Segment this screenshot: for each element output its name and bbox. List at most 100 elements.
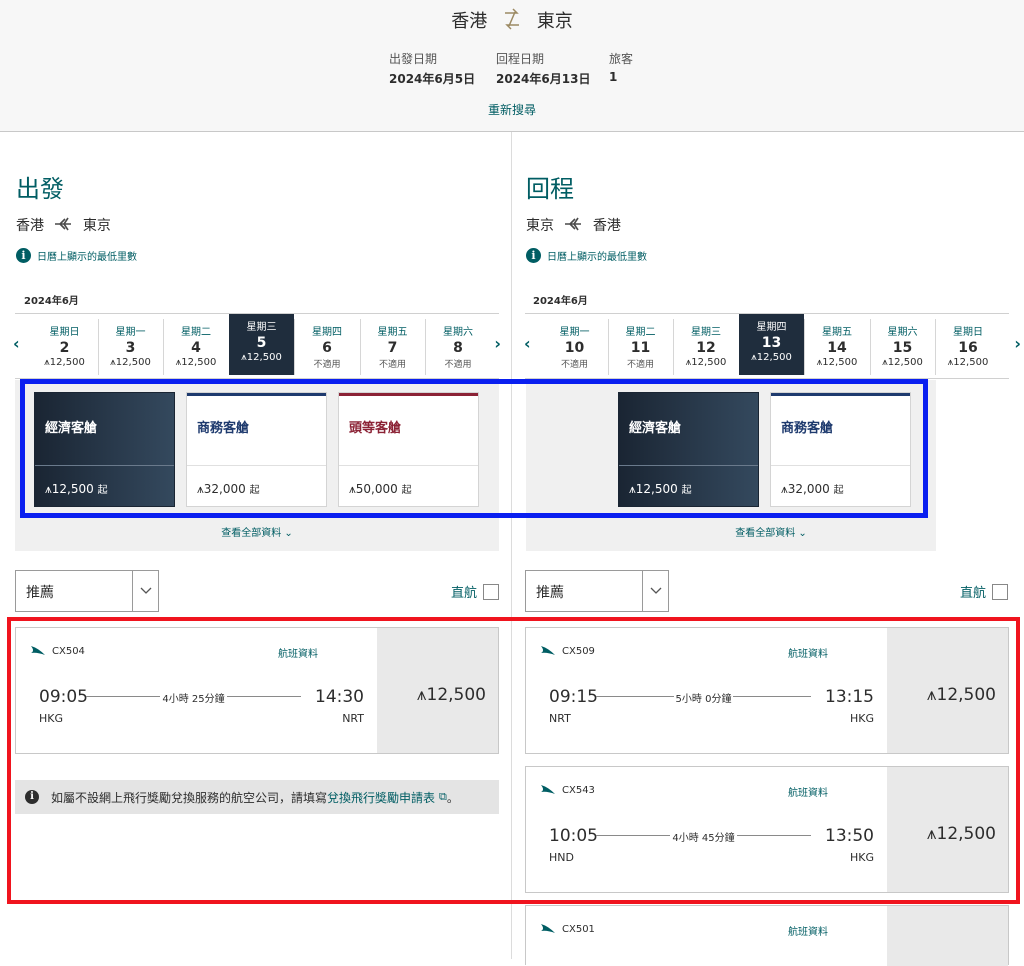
round-trip-plane-icon [503,8,521,35]
search-summary: 香港 東京 出發日期 2024年6月5日 回程日期 2024年6月13日 旅客 … [0,0,1024,132]
calendar-day[interactable]: 星期三 5 ⩚12,500 [228,314,294,375]
flight-info-link[interactable]: 航班資料 [788,784,828,799]
origin-city: 香港 [451,11,488,32]
day-miles: ⩚12,500 [241,352,282,363]
calendar-day[interactable]: 星期二 4 ⩚12,500 [163,319,228,375]
day-number: 5 [256,335,267,351]
nonstop-checkbox[interactable] [992,583,1009,600]
calendar-day[interactable]: 星期一 10 不適用 [542,319,607,375]
airline-logo-icon [540,783,556,798]
view-all-details-link[interactable]: 查看全部資料 ⌄ [15,524,499,539]
day-miles: ⩚12,500 [947,357,989,368]
calendar-day[interactable]: 星期一 3 ⩚12,500 [97,319,163,375]
day-miles: ⩚12,500 [882,357,923,368]
flight-number: CX543 [562,785,595,796]
day-miles: 不適用 [313,360,341,370]
cabin-business[interactable]: 商務客艙 ⩚32,000 起 [770,392,911,507]
cabin-first[interactable]: 頭等客艙 ⩚50,000 起 [338,392,479,507]
research-link[interactable]: 重新搜尋 [0,101,1024,118]
sort-select[interactable]: 推薦 [15,570,159,612]
day-number: 14 [827,340,847,356]
flight-info-link[interactable]: 航班資料 [278,645,318,660]
arrival-airport: NRT [342,712,364,725]
day-number: 16 [958,340,978,356]
calendar-day[interactable]: 星期五 14 ⩚12,500 [804,319,869,375]
flight-card[interactable]: CX509 航班資料 09:15 NRT 5小時 0分鐘 13:15 HKG ⩚… [525,627,1009,754]
chevron-down-icon: ⌄ [284,528,293,539]
day-of-week: 星期四 [756,322,787,333]
calendar-day[interactable]: 星期日 2 ⩚12,500 [32,319,97,375]
calendar-day[interactable]: 星期五 7 不適用 [359,319,425,375]
plane-icon [54,216,72,236]
day-of-week: 星期日 [953,327,983,338]
departure-time: 09:15 [549,687,598,707]
day-number: 12 [696,340,716,356]
flight-price: ⩚12,500 [926,685,996,705]
price-panel[interactable]: ⩚12,500 [377,628,498,753]
departure-time: 09:05 [39,687,88,707]
flight-info-link[interactable]: 航班資料 [788,645,828,660]
arrival-airport: HKG [849,851,874,864]
lowest-miles-info: i 日曆上顯示的最低里數 [16,248,137,263]
day-number: 6 [322,340,332,356]
inbound-title: 回程 [526,175,574,203]
flight-card[interactable]: CX543 航班資料 10:05 HND 4小時 45分鐘 13:50 HKG … [525,766,1009,893]
date-calendar: ‹ 星期一 10 不適用 星期二 11 不適用 星期三 12 ⩚12,500 星期四 13 ⩚12,5… [524,313,1021,379]
outbound-route: 香港 東京 [16,216,111,236]
calendar-next-arrow[interactable]: › [1014,334,1021,353]
calendar-day[interactable]: 星期三 12 ⩚12,500 [673,319,738,375]
flight-card[interactable]: CX504 航班資料 09:05 HKG 4小時 25分鐘 14:30 NRT … [15,627,499,754]
cabin-economy[interactable]: 經濟客艙 ⩚12,500 起 [34,392,175,507]
calendar-prev-arrow[interactable]: ‹ [13,334,20,353]
cabin-business[interactable]: 商務客艙 ⩚32,000 起 [186,392,327,507]
calendar-prev-arrow[interactable]: ‹ [524,334,531,353]
arrival-time: 13:15 [825,687,874,707]
calendar-day[interactable]: 星期四 13 ⩚12,500 [738,314,804,375]
nonstop-filter[interactable]: 直航 [960,582,1009,601]
day-of-week: 星期五 [822,327,852,338]
inbound-route: 東京 香港 [526,217,621,234]
day-of-week: 星期三 [691,327,721,338]
day-of-week: 星期一 [559,327,590,338]
day-of-week: 星期六 [443,327,473,338]
sort-select[interactable]: 推薦 [525,570,669,612]
day-number: 10 [564,340,585,356]
calendar-day[interactable]: 星期日 16 ⩚12,500 [935,319,1000,375]
month-label: 2024年6月 [24,296,79,307]
chevron-down-icon [132,571,158,611]
price-panel[interactable]: ⩚12,500 [887,767,1008,892]
return-date-meta: 回程日期 2024年6月13日 [496,52,591,86]
inbound-column: 回程 東京 香港 i 日曆上顯示的最低里數 2024年6月 ‹ 星期一 10 不適用… [511,132,1021,966]
calendar-day[interactable]: 星期六 8 不適用 [425,319,490,375]
day-number: 13 [761,335,782,351]
flight-number: CX504 [52,646,85,657]
flight-card[interactable]: CX501 航班資料 [525,905,1009,966]
calendar-day[interactable]: 星期二 11 不適用 [607,319,673,375]
price-panel[interactable]: ⩚12,500 [887,628,1008,753]
chevron-down-icon: ⌄ [798,528,807,539]
nonstop-filter[interactable]: 直航 [451,582,500,601]
nonstop-checkbox[interactable] [483,583,500,600]
date-calendar: ‹ 星期日 2 ⩚12,500 星期一 3 ⩚12,500 星期二 4 ⩚12,500 星期三 5 ⩚… [13,313,501,379]
day-of-week: 星期四 [312,327,342,338]
award-request-form-link[interactable]: 兌換飛行獎勵申請表 [327,789,435,806]
flight-duration: 5小時 0分鐘 [673,694,734,705]
flight-info-link[interactable]: 航班資料 [788,923,828,938]
day-number: 15 [892,340,913,356]
flight-duration: 4小時 25分鐘 [160,694,227,705]
flight-price: ⩚12,500 [926,824,996,844]
calendar-next-arrow[interactable]: › [494,334,501,353]
calendar-day[interactable]: 星期四 6 不適用 [294,319,359,375]
day-miles: ⩚12,500 [685,357,727,368]
cabin-economy[interactable]: 經濟客艙 ⩚12,500 起 [618,392,759,507]
view-all-details-link[interactable]: 查看全部資料 ⌄ [606,524,936,539]
calendar-day[interactable]: 星期六 15 ⩚12,500 [869,319,935,375]
day-number: 2 [59,340,70,356]
day-of-week: 星期一 [115,327,146,338]
lowest-miles-info: i 日曆上顯示的最低里數 [526,248,647,263]
arrival-time: 14:30 [315,687,364,707]
depart-date-meta: 出發日期 2024年6月5日 [389,52,476,86]
cabin-panel: 經濟客艙 ⩚12,500 起 商務客艙 ⩚32,000 起 頭等客艙 ⩚50,0… [15,380,499,551]
info-icon: i [526,248,541,263]
price-panel[interactable] [887,906,1008,966]
